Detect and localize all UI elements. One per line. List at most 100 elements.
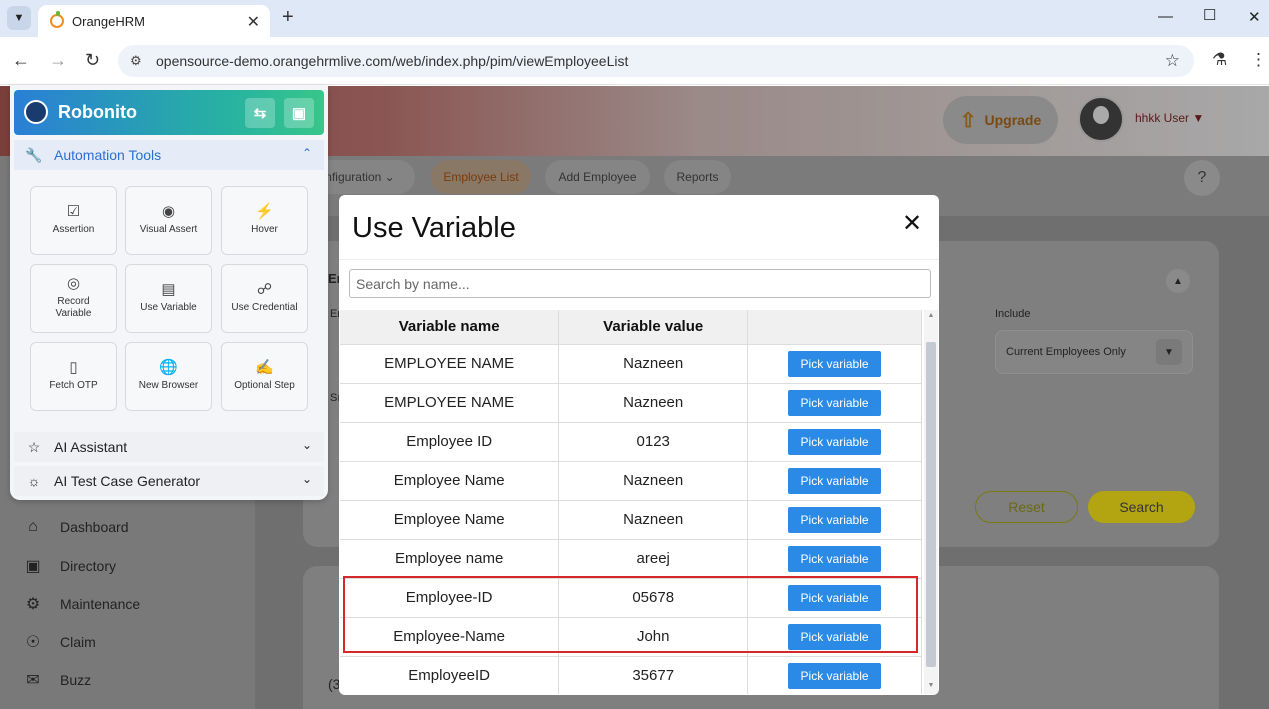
new-tab-icon[interactable]: + (282, 6, 294, 29)
tool-new-browser[interactable]: 🌐 New Browser (125, 342, 212, 411)
tab-employee-list[interactable]: Employee List (431, 160, 531, 194)
tool-hover[interactable]: ⚡ Hover (221, 186, 308, 255)
variable-value-cell: Nazneen (558, 383, 749, 423)
tool-label: New Browser (138, 379, 199, 391)
tool-label: Optional Step (234, 379, 295, 391)
tab-configuration-label: nfiguration (325, 170, 382, 184)
sparkle-icon: ☼ (27, 473, 41, 489)
tool-fetch-otp[interactable]: ▯ Fetch OTP (30, 342, 117, 411)
user-dropdown[interactable]: hhkk User ▼ (1135, 111, 1204, 125)
section-label: AI Test Case Generator (54, 473, 201, 489)
help-icon[interactable]: ? (1184, 160, 1220, 196)
scroll-thumb[interactable] (926, 342, 936, 667)
robonito-title: Robonito (58, 102, 137, 122)
wrench-icon: 🔧 (25, 146, 43, 163)
use-variable-modal: Use Variable ✕ Variable name Variable va… (339, 195, 939, 695)
automation-tools-section[interactable]: 🔧 Automation Tools ⌃ (14, 140, 324, 170)
browser-tab[interactable]: OrangeHRM ✕ (38, 5, 270, 37)
column-header-name: Variable name (340, 310, 560, 345)
tab-add-employee[interactable]: Add Employee (545, 160, 650, 194)
variable-value-cell: areej (558, 539, 749, 579)
divider (339, 259, 939, 260)
variable-value-cell: John (558, 617, 749, 657)
star-icon: ☆ (27, 438, 41, 455)
variable-name-cell: Employee-Name (340, 617, 560, 657)
sidebar-label: Maintenance (60, 596, 141, 612)
document-icon: ▤ (161, 280, 176, 298)
labs-flask-icon[interactable]: ⚗ (1212, 50, 1227, 70)
back-icon[interactable]: ← (12, 50, 30, 71)
pick-variable-button[interactable]: Pick variable (788, 350, 882, 377)
close-icon[interactable]: ✕ (902, 212, 922, 236)
variable-name-cell: Employee Name (340, 461, 560, 501)
scroll-up-icon[interactable]: ▲ (926, 312, 936, 319)
bookmark-star-icon[interactable]: ☆ (1165, 51, 1180, 71)
tool-record-variable[interactable]: ◎ Record Variable (30, 264, 117, 333)
site-info-icon[interactable]: ⚙ (130, 53, 142, 69)
table-row: Employee ID 0123 Pick variable (340, 422, 922, 462)
tool-label: Use Variable (140, 301, 197, 313)
variable-name-cell: Employee name (340, 539, 560, 579)
pick-variable-button[interactable]: Pick variable (788, 506, 882, 533)
search-button[interactable]: Search (1088, 491, 1195, 523)
sidebar-item-claim[interactable]: ☉ Claim (22, 632, 96, 652)
hover-icon: ⚡ (255, 202, 274, 220)
reload-icon[interactable]: ↻ (85, 50, 100, 71)
tab-search-button[interactable]: ▼ (7, 6, 31, 30)
sidebar-item-directory[interactable]: ▣ Directory (22, 556, 116, 576)
user-name: hhkk User (1135, 111, 1190, 125)
reset-button[interactable]: Reset (975, 491, 1078, 523)
variable-search-input[interactable] (349, 269, 931, 298)
chevron-up-icon: ⌃ (301, 146, 312, 160)
tool-use-credential[interactable]: ☍ Use Credential (221, 264, 308, 333)
variable-value-cell: 05678 (558, 578, 749, 618)
include-value: Current Employees Only (1006, 346, 1126, 358)
pick-variable-button[interactable]: Pick variable (788, 584, 882, 611)
minimize-icon[interactable]: — (1158, 8, 1173, 25)
save-icon[interactable]: ▣ (284, 98, 314, 128)
sidebar-item-buzz[interactable]: ✉ Buzz (22, 670, 91, 690)
pick-variable-button[interactable]: Pick variable (788, 428, 882, 455)
forward-icon[interactable]: → (49, 50, 67, 71)
variable-name-cell: Employee-ID (340, 578, 560, 618)
section-label: Automation Tools (54, 147, 162, 163)
url-field[interactable]: ⚙ opensource-demo.orangehrmlive.com/web/… (118, 45, 1194, 77)
ai-assistant-section[interactable]: ☆ AI Assistant ⌄ (14, 432, 324, 462)
variable-table: Variable name Variable value EMPLOYEE NA… (340, 310, 922, 694)
collapse-filter-icon[interactable]: ▲ (1166, 269, 1190, 293)
variable-name-cell: EMPLOYEE NAME (340, 383, 560, 423)
ai-test-case-generator-section[interactable]: ☼ AI Test Case Generator ⌄ (14, 466, 324, 496)
pick-variable-button[interactable]: Pick variable (788, 545, 882, 572)
upgrade-button[interactable]: ⇧ Upgrade (943, 96, 1058, 144)
close-window-icon[interactable]: ✕ (1248, 8, 1261, 26)
close-tab-icon[interactable]: ✕ (247, 12, 260, 32)
tab-reports[interactable]: Reports (664, 160, 731, 194)
tab-reports-label: Reports (676, 170, 719, 184)
sidebar-item-maintenance[interactable]: ⚙ Maintenance (22, 594, 140, 614)
tool-visual-assert[interactable]: ◉ Visual Assert (125, 186, 212, 255)
pick-variable-button[interactable]: Pick variable (788, 662, 882, 689)
tool-optional-step[interactable]: ✍ Optional Step (221, 342, 308, 411)
pick-variable-button[interactable]: Pick variable (788, 623, 882, 650)
sidebar-item-dashboard[interactable]: ⌂ Dashboard (22, 518, 128, 536)
tool-assertion[interactable]: ☑ Assertion (30, 186, 117, 255)
pick-variable-button[interactable]: Pick variable (788, 467, 882, 494)
swap-icon[interactable]: ⇆ (245, 98, 275, 128)
table-row: EMPLOYEE NAME Nazneen Pick variable (340, 344, 922, 384)
include-select[interactable]: Current Employees Only ▼ (995, 330, 1193, 374)
include-label: Include (995, 308, 1031, 320)
table-header-row: Variable name Variable value (340, 310, 922, 345)
tool-use-variable[interactable]: ▤ Use Variable (125, 264, 212, 333)
maximize-icon[interactable]: ☐ (1203, 6, 1216, 24)
pick-variable-button[interactable]: Pick variable (788, 389, 882, 416)
maintenance-icon: ⚙ (25, 596, 41, 613)
user-avatar[interactable] (1078, 96, 1124, 142)
table-scrollbar[interactable]: ▲ ▼ (924, 310, 938, 694)
tool-label: Fetch OTP (49, 379, 98, 391)
action-cell: Pick variable (747, 539, 922, 579)
scroll-down-icon[interactable]: ▼ (926, 682, 936, 689)
robonito-panel: Robonito ⇆ ▣ 🔧 Automation Tools ⌃ ☑ Asser… (10, 86, 328, 500)
browser-menu-icon[interactable]: ⋮ (1250, 50, 1267, 70)
tool-label: Hover (251, 223, 278, 235)
tab-title: OrangeHRM (72, 13, 145, 29)
